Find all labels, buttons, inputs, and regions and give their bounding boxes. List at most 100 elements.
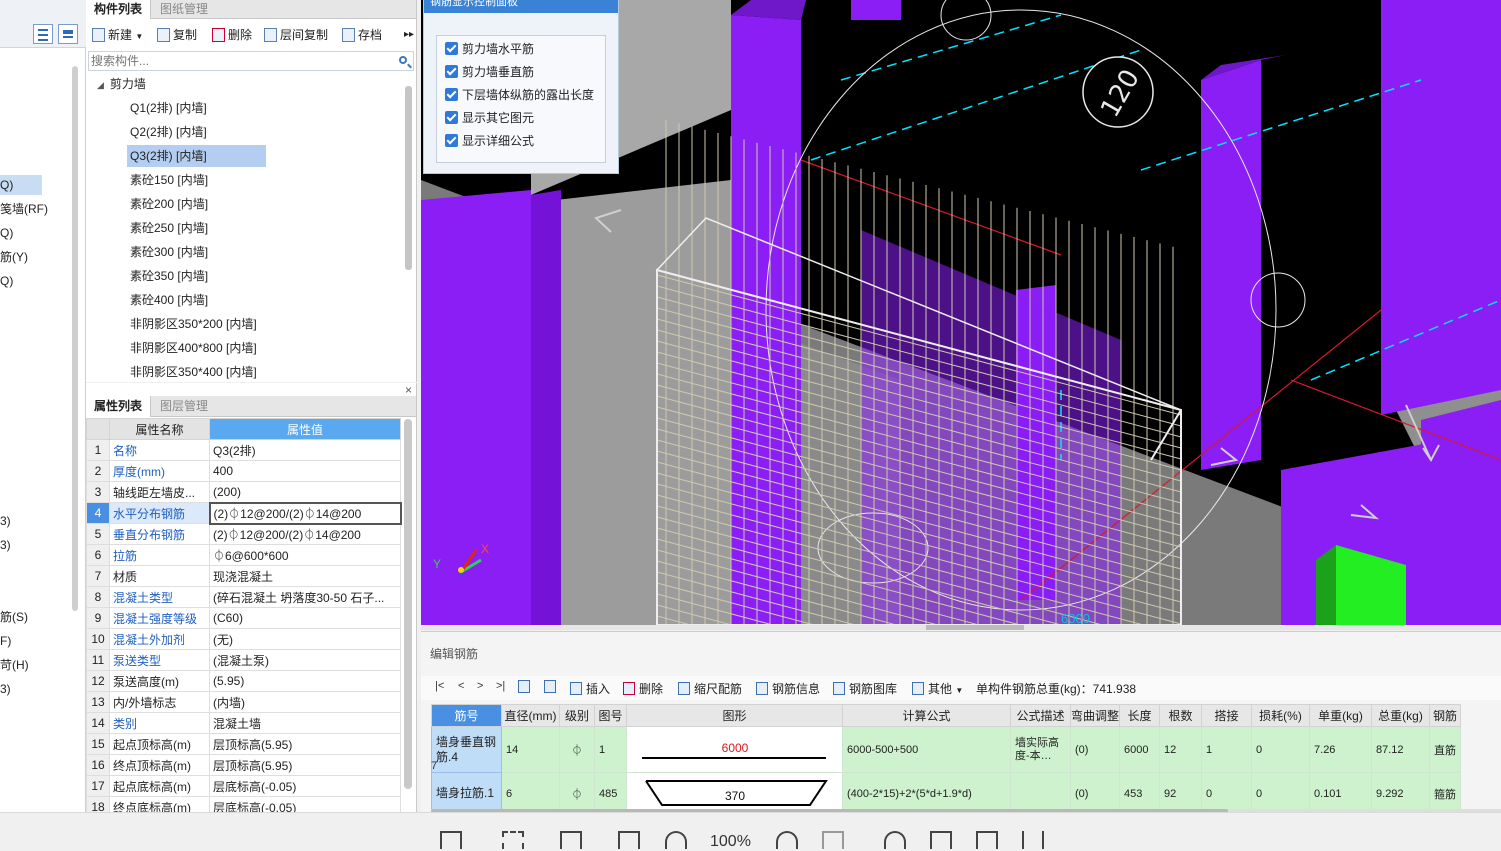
attribute-value[interactable]: (C60) [209,607,401,629]
tree-item[interactable]: 素砼150 [内墙] [127,169,211,191]
strip-item[interactable]: 3) [0,679,11,699]
strip-item[interactable]: F) [0,631,11,651]
view-horizontal-scrollbar[interactable] [421,625,1501,630]
tree-item[interactable]: 素砼300 [内墙] [127,241,211,263]
last-record-button[interactable]: >| [496,680,505,692]
zoom-in-icon[interactable] [776,831,798,849]
attribute-row[interactable]: 13 内/外墙标志 (内墙) [86,691,401,713]
option-vertical-rebar[interactable]: 剪力墙垂直筋 [445,62,534,82]
grid-view-icon[interactable] [58,24,78,44]
rebar-column-header[interactable]: 搭接 [1201,704,1253,727]
rebar-column-header[interactable]: 图形 [626,704,843,727]
rebar-column-header[interactable]: 长度 [1119,704,1161,727]
fit-view-icon[interactable] [618,831,640,849]
attribute-row[interactable]: 1 名称 Q3(2排) [86,439,401,461]
rebar-column-header[interactable]: 损耗(%) [1251,704,1311,727]
select-region-icon[interactable] [502,831,524,849]
download-icon[interactable] [1022,831,1044,849]
attribute-row[interactable]: 3 轴线距左墙皮... (200) [86,481,401,503]
rebar-library-button[interactable]: 钢筋图库 [833,680,897,697]
attribute-value[interactable]: 层底标高(-0.05) [209,775,401,797]
attribute-row[interactable]: 11 泵送类型 (混凝土泵) [86,649,401,671]
attribute-value[interactable]: (5.95) [209,670,401,692]
attribute-row[interactable]: 5 垂直分布钢筋 (2)⏀12@200/(2)⏀14@200 [86,523,401,545]
strip-item[interactable]: 苛(H) [0,655,29,675]
rebar-cell-shape-value[interactable]: 6000 [626,726,843,773]
strip-item[interactable]: Q) [0,175,42,195]
attribute-row[interactable]: 4 水平分布钢筋 (2)⏀12@200/(2)⏀14@200 [86,501,402,525]
list-view-icon[interactable] [33,24,53,44]
attribute-value[interactable]: Q3(2排) [209,439,401,461]
strip-item[interactable]: 筋(Y) [0,247,28,267]
tree-item[interactable]: 素砼200 [内墙] [127,193,211,215]
option-horizontal-rebar[interactable]: 剪力墙水平筋 [445,39,534,59]
attribute-scrollbar[interactable] [404,419,412,789]
checkbox-icon[interactable] [445,42,458,55]
rebar-cell-length[interactable]: 6000 [1119,726,1161,773]
zoom-out-icon[interactable] [665,831,687,849]
rebar-column-header[interactable]: 计算公式 [842,704,1011,727]
copy-button[interactable]: 复制 [157,25,197,45]
strip-item[interactable]: 筋(S) [0,607,28,627]
rebar-row[interactable]: 墙身垂直钢筋.4 14 ⏀ 1 6000 6000-500+500 墙实际高度-本… (0) 6… [431,726,1462,773]
scale-rebar-button[interactable]: 缩尺配筋 [678,680,742,697]
new-button[interactable]: 新建 ▼ [92,25,143,45]
tree-item[interactable]: 非阴影区350*200 [内墙] [127,313,260,335]
rebar-column-header[interactable]: 筋号 [431,704,502,727]
actual-size-icon[interactable] [822,831,844,849]
collapse-arrow-icon[interactable]: ◢ [97,74,104,96]
rebar-column-header[interactable]: 直径(mm) [501,704,560,727]
delete-button[interactable]: 删除 [212,25,252,45]
floor-copy-button[interactable]: 层间复制 [264,25,328,45]
attribute-value[interactable]: 层顶标高(5.95) [209,754,401,776]
rebar-cell-diameter[interactable]: 14 [501,726,560,773]
strip-item[interactable]: Q) [0,271,13,291]
strip-item[interactable]: 3) [0,511,11,531]
attribute-row[interactable]: 15 起点顶标高(m) 层顶标高(5.95) [86,733,401,755]
tree-item[interactable]: 素砼250 [内墙] [127,217,211,239]
search-input[interactable] [89,52,389,70]
attribute-value[interactable]: 混凝土墙 [209,712,401,734]
rebar-info-button[interactable]: 钢筋信息 [756,680,820,697]
rebar-cell-total-weight[interactable]: 87.12 [1371,726,1431,773]
attribute-row[interactable]: 9 混凝土强度等级 (C60) [86,607,401,629]
move-down-button[interactable] [544,680,556,694]
rebar-cell-unit-weight[interactable]: 7.26 [1309,726,1373,773]
crop-icon[interactable] [976,831,998,849]
rebar-cell-lap[interactable]: 1 [1201,726,1253,773]
rebar-column-header[interactable]: 单重(kg) [1309,704,1373,727]
rebar-cell-grade[interactable]: ⏀ [559,726,595,773]
strip-item[interactable]: 笺墙(RF) [0,199,48,219]
tree-root-shear-wall[interactable]: ◢ 剪力墙 [94,73,149,95]
attribute-row[interactable]: 7 材质 现浇混凝土 [86,565,401,587]
prev-record-button[interactable]: < [458,680,464,692]
delete-rebar-button[interactable]: 删除 [623,680,663,697]
attribute-value[interactable]: 现浇混凝土 [209,565,401,587]
strip-item[interactable]: Q) [0,223,13,243]
attribute-value[interactable]: ⏀6@600*600 [209,544,401,566]
option-show-other-elements[interactable]: 显示其它图元 [445,108,534,128]
edit-icon[interactable] [930,831,952,849]
rebar-column-header[interactable]: 总重(kg) [1371,704,1431,727]
attribute-value[interactable]: 层顶标高(5.95) [209,733,401,755]
tab-layer-management[interactable]: 图层管理 [152,396,216,417]
strip-item[interactable]: 3) [0,535,11,555]
search-icon[interactable] [399,56,407,64]
attribute-row[interactable]: 6 拉筋 ⏀6@600*600 [86,544,401,566]
rebar-cell-type[interactable]: 直筋 [1429,726,1462,773]
move-up-button[interactable] [518,680,530,694]
more-icon[interactable]: ▸▸ [404,25,414,45]
tree-item-selected[interactable]: Q3(2排) [内墙] [127,145,266,167]
tree-item[interactable]: 素砼350 [内墙] [127,265,211,287]
rebar-cell-bend[interactable]: (0) [1069,726,1121,773]
rotate-icon[interactable] [884,831,906,849]
attribute-row[interactable]: 16 终点顶标高(m) 层顶标高(5.95) [86,754,401,776]
attribute-value[interactable]: (200) [209,481,401,503]
checkbox-icon[interactable] [445,88,458,101]
left-strip-scrollbar[interactable] [72,66,78,611]
tab-drawing-management[interactable]: 图纸管理 [152,0,216,19]
attribute-value[interactable]: (碎石混凝土 坍落度30-50 石子... [209,586,401,608]
rebar-cell-loss[interactable]: 0 [1251,726,1311,773]
tree-item[interactable]: 非阴影区400*800 [内墙] [127,337,260,359]
first-record-button[interactable]: |< [435,680,444,692]
